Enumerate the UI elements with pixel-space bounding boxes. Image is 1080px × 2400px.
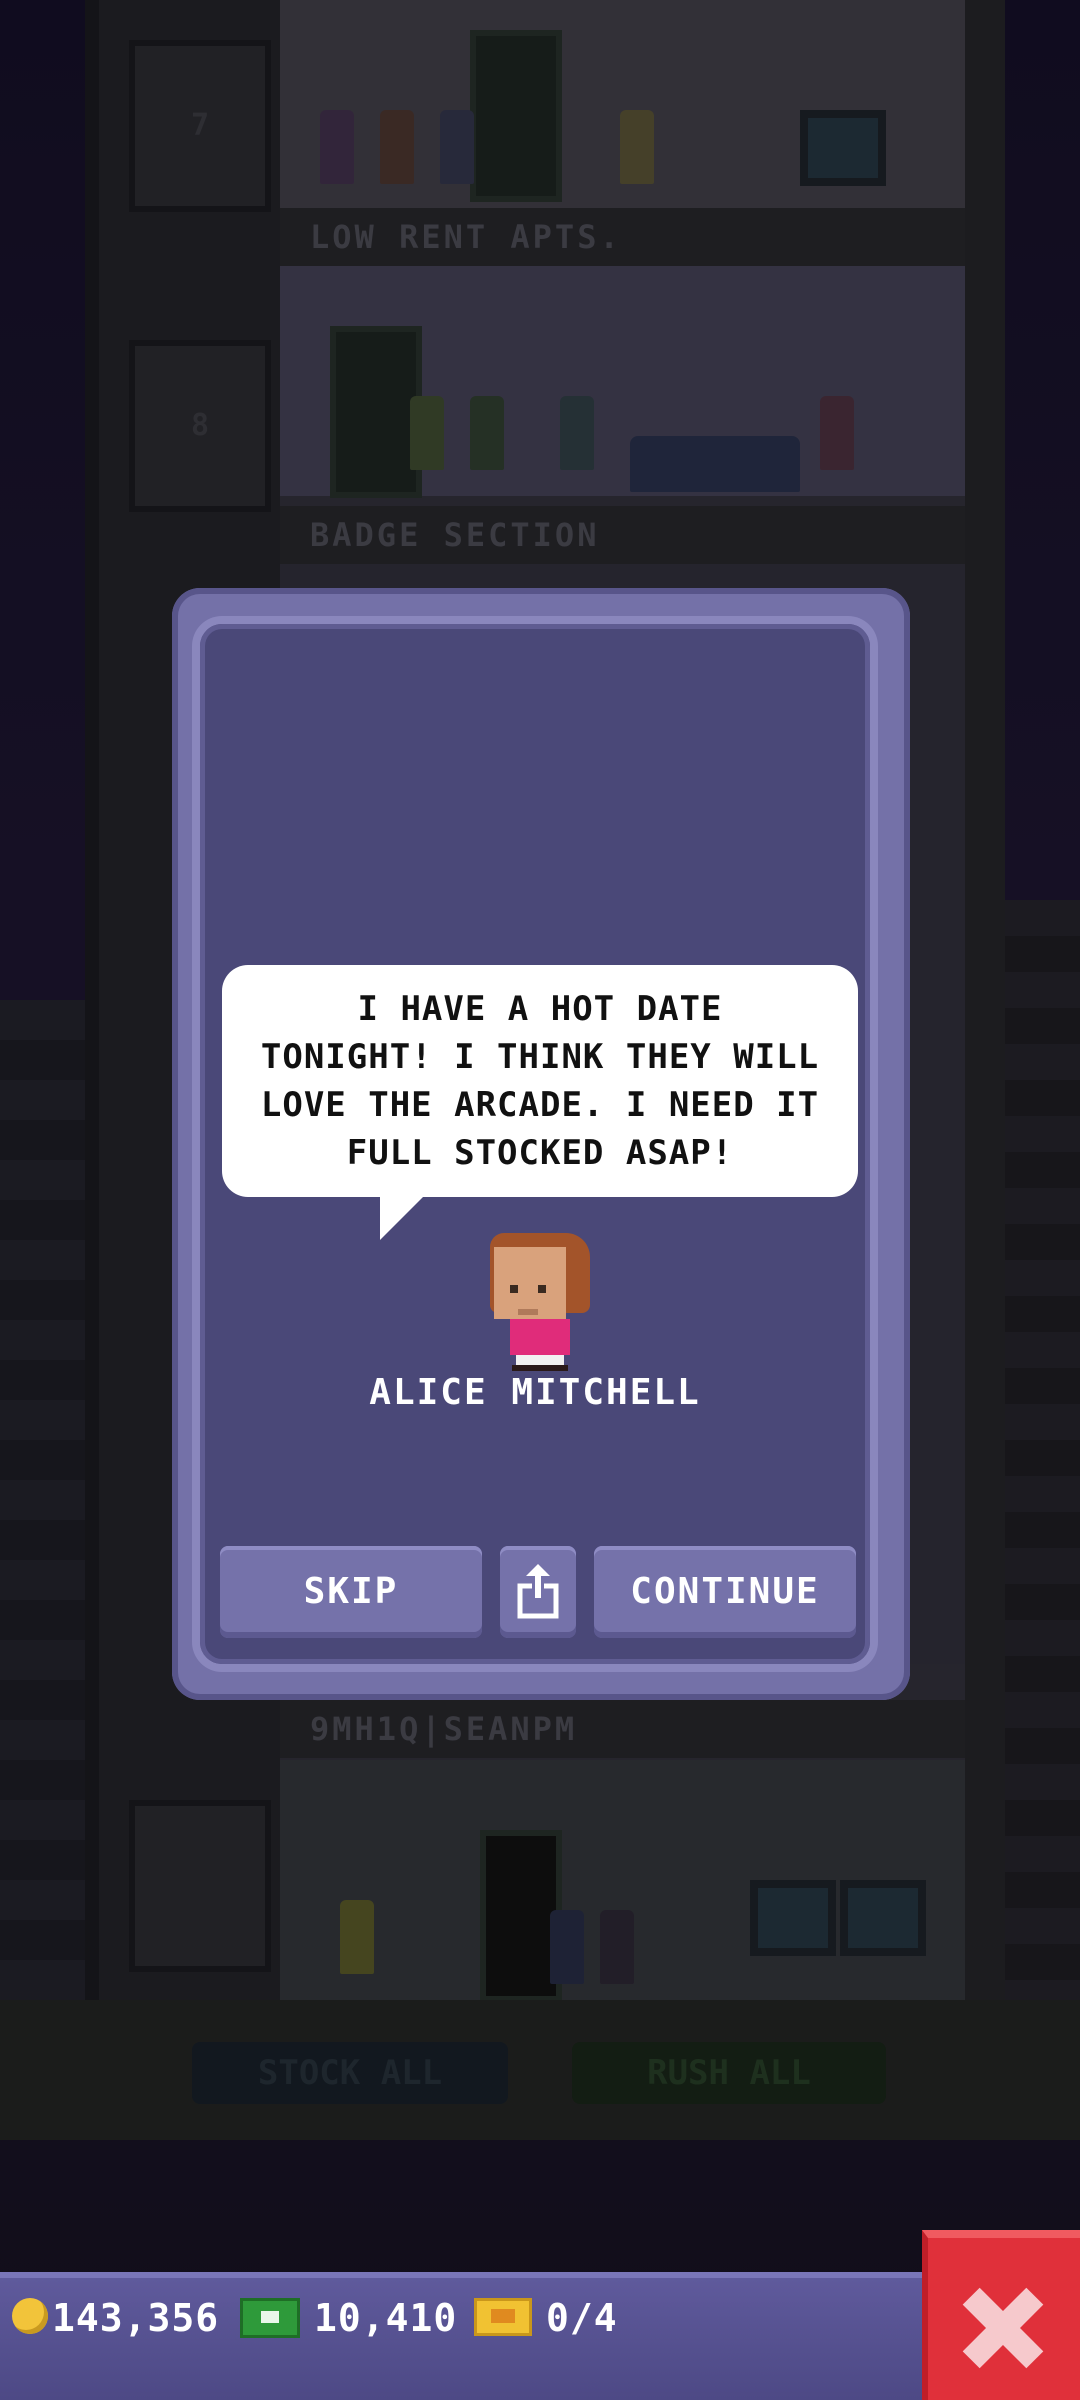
character-eye [538,1285,546,1293]
character-mouth [518,1309,538,1315]
skip-button[interactable]: SKIP [220,1546,482,1638]
character-eye [510,1285,518,1293]
ticket-count: 0/4 [546,2296,618,2340]
coin-count: 143,356 [52,2296,220,2340]
bux-count: 10,410 [314,2296,458,2340]
character-shirt [510,1319,570,1355]
character-name: ALICE MITCHELL [369,1372,701,1413]
character-legs [516,1355,564,1365]
character-sprite [490,1233,590,1371]
speech-bubble-tail [380,1196,424,1240]
speech-bubble: I HAVE A HOT DATE TONIGHT! I THINK THEY … [222,965,858,1197]
continue-button[interactable]: CONTINUE [594,1546,856,1638]
dialog-message: I HAVE A HOT DATE TONIGHT! I THINK THEY … [260,989,820,1173]
coin-icon [12,2298,48,2334]
character-shoes [512,1365,568,1371]
ticket-icon [474,2298,532,2336]
close-button[interactable] [922,2230,1080,2400]
share-button[interactable] [500,1546,576,1638]
game-screen: 7 8 LOW RENT APTS. BADGE SECTION 9MH1Q|S… [0,0,1080,2400]
share-icon [517,1564,559,1619]
character-face [494,1247,566,1319]
bux-icon [240,2298,300,2338]
